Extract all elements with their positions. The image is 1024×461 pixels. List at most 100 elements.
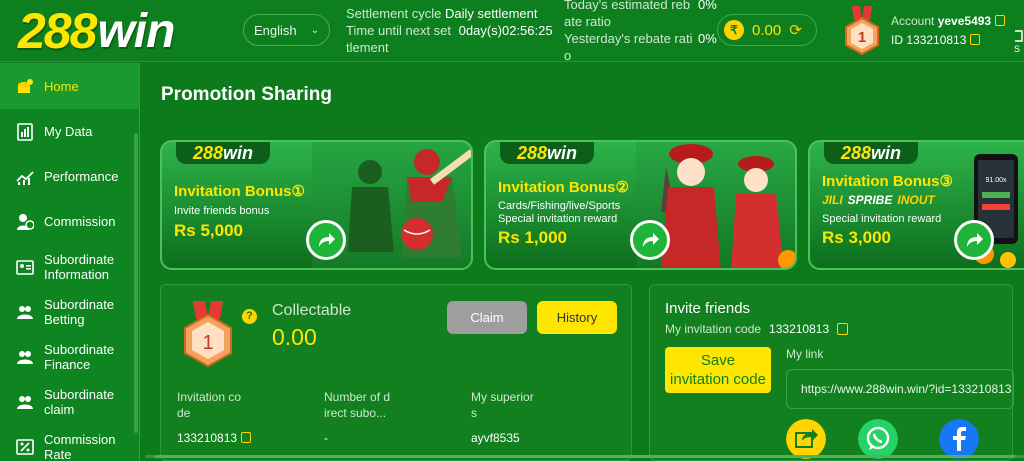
invitation-code-header: Invitation co de bbox=[177, 389, 241, 421]
help-icon[interactable]: ? bbox=[242, 309, 257, 324]
logo-word: win bbox=[97, 4, 175, 58]
sidebar-item-label: Home bbox=[44, 78, 79, 94]
sidebar-item-home[interactable]: Home bbox=[0, 63, 139, 109]
sidebar-item-subordinate-betting[interactable]: Subordinate Betting bbox=[0, 289, 139, 334]
copy-icon[interactable] bbox=[241, 432, 252, 443]
banner-subtitle-2: Special invitation reward bbox=[498, 213, 618, 225]
banner-title: Invitation Bonus① bbox=[174, 182, 305, 200]
my-link-label: My link bbox=[786, 347, 824, 361]
banner-logo-number: 288 bbox=[840, 143, 872, 163]
share-arrow-icon[interactable] bbox=[306, 220, 346, 260]
code-label: My invitation code bbox=[665, 322, 762, 336]
data-icon bbox=[17, 122, 33, 141]
sidebar-item-subordinate-claim[interactable]: Subordinate claim bbox=[0, 379, 139, 424]
copy-icon[interactable] bbox=[995, 15, 1006, 26]
account-info: Account yeve5493 ID 133210813 bbox=[891, 12, 1006, 50]
history-button[interactable]: History bbox=[537, 301, 617, 334]
share-icon[interactable] bbox=[786, 419, 826, 459]
sidebar: Home My Data Performance Commission Subo… bbox=[0, 63, 140, 461]
id-value: 133210813 bbox=[906, 33, 967, 47]
banner-subtitle: Cards/Fishing/live/Sports bbox=[498, 200, 621, 212]
collectable-value: 0.00 bbox=[272, 324, 317, 350]
column-header-2: irect subo... bbox=[324, 406, 387, 420]
direct-subordinates-header: Number of d irect subo... bbox=[324, 389, 390, 421]
far-right-clip: S bbox=[1014, 30, 1024, 54]
horizontal-scrollbar[interactable] bbox=[145, 454, 1024, 459]
page-title: Promotion Sharing bbox=[161, 84, 332, 105]
balance-box: ₹ 0.00 ⟳ bbox=[717, 14, 817, 46]
banner-logo-word: win bbox=[223, 143, 254, 163]
banner-title: Invitation Bonus② bbox=[498, 178, 629, 196]
logo-number: 288 bbox=[18, 3, 97, 59]
sidebar-item-label: Performance bbox=[44, 169, 119, 184]
save-label-2: invitation code bbox=[670, 371, 766, 388]
settlement-cycle-value: Daily settlement bbox=[445, 6, 538, 21]
banner-amount: Rs 5,000 bbox=[174, 221, 243, 240]
invitation-banner-1[interactable]: 288win Invitation Bonus① Invite friends … bbox=[160, 140, 473, 270]
my-link-field[interactable]: https://www.288win.win/?id=133210813 bbox=[786, 369, 1014, 409]
yesterday-rebate-label: Yesterday's rebate rati bbox=[564, 31, 693, 46]
sidebar-item-commission[interactable]: Commission bbox=[0, 199, 139, 244]
banner-title: Invitation Bonus③ bbox=[822, 172, 953, 190]
sidebar-item-commission-rate[interactable]: Commission Rate bbox=[0, 424, 139, 461]
exit-icon[interactable] bbox=[1014, 30, 1024, 42]
sidebar-item-label: Commission Rate bbox=[44, 431, 116, 461]
yesterday-rebate-value: 0% bbox=[698, 31, 717, 46]
column-header-2: de bbox=[177, 406, 191, 420]
invitation-code-row: My invitation code 133210813 bbox=[665, 322, 849, 336]
sidebar-item-label: Commission bbox=[44, 214, 116, 229]
language-selector[interactable]: English ⌄ bbox=[243, 14, 330, 46]
collectable-card: 1 ? Collectable 0.00 Claim History Invit… bbox=[160, 284, 632, 461]
phone-text: 91.00x bbox=[985, 177, 1007, 184]
copy-icon[interactable] bbox=[837, 323, 849, 335]
sidebar-item-label: Subordinate Finance bbox=[44, 341, 115, 372]
facebook-icon[interactable] bbox=[939, 419, 979, 459]
claim-button[interactable]: Claim bbox=[447, 301, 527, 334]
sidebar-item-subordinate-finance[interactable]: Subordinate Finance bbox=[0, 334, 139, 379]
banner-logo: 288win bbox=[176, 142, 270, 164]
today-rebate-label: Today's estimated reb bbox=[564, 0, 691, 12]
invitation-banner-3[interactable]: 91.00x 288win Invitation Bonus③ JILI SPRI… bbox=[808, 140, 1024, 270]
refresh-icon[interactable]: ⟳ bbox=[789, 21, 802, 39]
banner-logo-number: 288 bbox=[516, 143, 548, 163]
banner-badge: ① bbox=[291, 183, 305, 200]
sidebar-scrollbar[interactable] bbox=[134, 133, 138, 433]
sidebar-item-performance[interactable]: Performance bbox=[0, 154, 139, 199]
main-content: Promotion Sharing 288win Invitation Bonu… bbox=[145, 63, 1024, 461]
share-arrow-icon[interactable] bbox=[954, 220, 994, 260]
invite-friends-card: Invite friends My invitation code 1332108… bbox=[649, 284, 1014, 461]
share-arrow-icon[interactable] bbox=[630, 220, 670, 260]
subordinate-betting-icon bbox=[17, 305, 33, 319]
banner-logo: 288win bbox=[500, 142, 594, 164]
sidebar-item-my-data[interactable]: My Data bbox=[0, 109, 139, 154]
banner-title-text: Invitation Bonus bbox=[498, 179, 616, 196]
commission-icon bbox=[17, 213, 34, 230]
time-until-label: Time until next set bbox=[346, 23, 452, 38]
subordinate-finance-icon bbox=[17, 350, 33, 364]
rupee-coin-icon: ₹ bbox=[724, 20, 744, 40]
save-invitation-code-button[interactable]: Save invitation code bbox=[665, 347, 771, 393]
account-label: Account bbox=[891, 14, 935, 28]
balance-value: 0.00 bbox=[752, 21, 782, 39]
sidebar-item-subordinate-information[interactable]: Subordinate Information bbox=[0, 244, 139, 289]
performance-icon bbox=[16, 170, 34, 185]
copy-icon[interactable] bbox=[970, 34, 981, 45]
brand-logo[interactable]: 288 win bbox=[18, 3, 228, 59]
banner-badge: ② bbox=[615, 179, 629, 196]
invitation-banner-2[interactable]: 288win Invitation Bonus② Cards/Fishing/l… bbox=[484, 140, 797, 270]
chevron-down-icon: ⌄ bbox=[310, 24, 319, 36]
yesterday-rebate-label-2: o bbox=[564, 48, 572, 63]
banner-logo-word: win bbox=[871, 143, 902, 163]
today-rebate-label-2: ate ratio bbox=[564, 14, 611, 29]
direct-subordinates-value: - bbox=[324, 431, 328, 445]
time-until-label-2: tlement bbox=[346, 40, 389, 55]
settlement-info: Settlement cycle Daily settlement Time u… bbox=[346, 5, 553, 56]
banner-logo-word: win bbox=[547, 143, 578, 163]
sidebar-item-label: My Data bbox=[44, 124, 93, 139]
column-header: My superior bbox=[471, 390, 534, 404]
whatsapp-icon[interactable] bbox=[858, 419, 898, 459]
sidebar-item-label: Subordinate claim bbox=[44, 386, 115, 417]
column-header-2: s bbox=[471, 406, 477, 420]
subordinate-claim-icon bbox=[17, 395, 33, 409]
medal-icon: 1 bbox=[845, 6, 879, 56]
